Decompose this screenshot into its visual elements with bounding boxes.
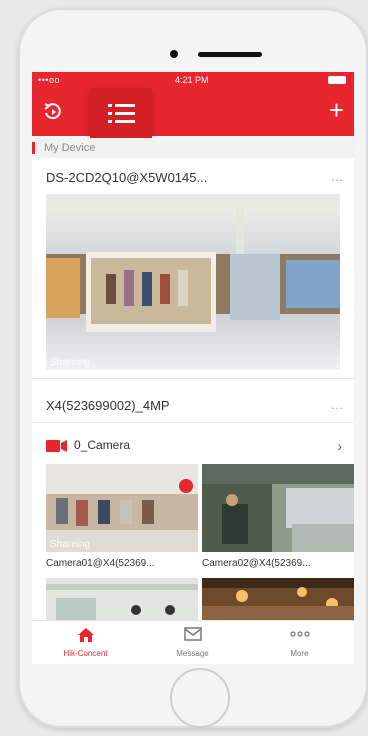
camera-group-row[interactable]: 0_Camera bbox=[46, 438, 130, 452]
camera-icon bbox=[46, 439, 68, 452]
camera-02-label: Camera02@X4(52369... bbox=[202, 558, 311, 569]
camera-04-thumbnail[interactable] bbox=[202, 578, 354, 620]
camera-02-thumbnail[interactable] bbox=[202, 464, 354, 552]
app-screen: •••oo 4:21 PM + My Device DS-2CD2Q10@X5W… bbox=[32, 72, 354, 664]
phone-frame: •••oo 4:21 PM + My Device DS-2CD2Q10@X5W… bbox=[18, 8, 368, 728]
tab-message[interactable]: Message bbox=[139, 621, 246, 664]
mail-icon bbox=[139, 627, 246, 645]
status-bar: •••oo 4:21 PM bbox=[32, 72, 354, 88]
carrier-signal: •••oo bbox=[38, 75, 60, 85]
camera-01-label: Camera01@X4(52369... bbox=[46, 558, 155, 569]
device-name-1[interactable]: DS-2CD2Q10@X5W0145... bbox=[46, 170, 207, 185]
front-camera bbox=[170, 50, 178, 58]
bottom-tab-bar: Hik-Concent Message More bbox=[32, 620, 354, 664]
camera-01-thumbnail[interactable]: Shareing bbox=[46, 464, 198, 552]
divider bbox=[32, 422, 354, 423]
replay-icon[interactable] bbox=[42, 101, 64, 123]
device-2-more-button[interactable]: ... bbox=[331, 398, 344, 412]
list-icon bbox=[108, 104, 135, 123]
sharing-label: Shareing bbox=[50, 357, 91, 368]
sharing-label: Shareing bbox=[50, 539, 91, 550]
speaker-grille bbox=[198, 52, 262, 57]
tab-hik-concent[interactable]: Hik-Concent bbox=[32, 621, 139, 664]
status-time: 4:21 PM bbox=[175, 75, 209, 85]
device-1-live-thumbnail[interactable]: Shareing bbox=[46, 194, 340, 370]
tab-label: Message bbox=[176, 649, 209, 658]
top-nav-bar: + bbox=[32, 88, 354, 140]
home-button[interactable] bbox=[170, 668, 230, 728]
device-1-more-button[interactable]: ... bbox=[331, 170, 344, 184]
plus-icon[interactable]: + bbox=[329, 97, 344, 123]
tab-more[interactable]: More bbox=[246, 621, 353, 664]
section-my-device: My Device bbox=[32, 138, 354, 158]
camera-group-label: 0_Camera bbox=[74, 438, 131, 452]
device-list-button[interactable] bbox=[90, 88, 152, 140]
battery-icon bbox=[328, 76, 346, 84]
device-name-2[interactable]: X4(523699002)_4MP bbox=[46, 398, 170, 413]
tab-label: More bbox=[290, 649, 309, 658]
home-icon bbox=[32, 627, 139, 645]
tab-label: Hik-Concent bbox=[63, 649, 108, 658]
chevron-right-icon[interactable]: › bbox=[337, 438, 342, 454]
camera-03-thumbnail[interactable] bbox=[46, 578, 198, 620]
more-icon bbox=[246, 627, 353, 645]
divider bbox=[32, 378, 354, 379]
